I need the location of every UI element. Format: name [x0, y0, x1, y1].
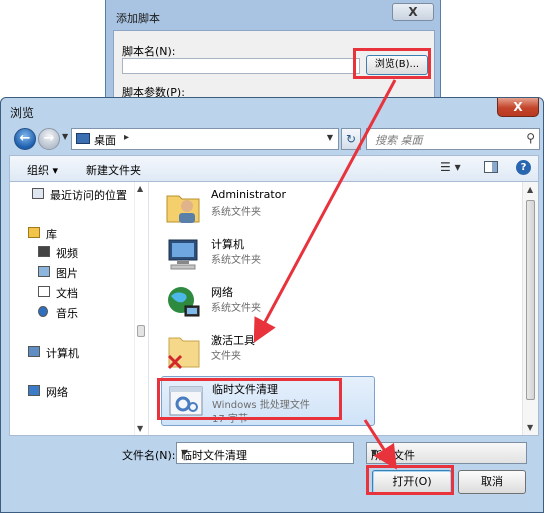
file-item-activation-tool[interactable]: 激活工具 文件夹: [163, 328, 523, 374]
refresh-button[interactable]: ↻: [341, 128, 361, 150]
file-item-computer[interactable]: 计算机 系统文件夹: [163, 232, 523, 278]
script-name-input[interactable]: [122, 58, 360, 74]
nav-item-label: 网络: [46, 386, 68, 399]
file-name: 计算机: [211, 238, 244, 251]
file-type: 系统文件夹: [211, 303, 261, 314]
nav-item-label: 音乐: [56, 307, 78, 320]
scroll-up-icon[interactable]: ▲: [137, 184, 143, 193]
address-dropdown-icon[interactable]: ▼: [327, 133, 333, 142]
video-icon: [38, 246, 50, 257]
help-icon[interactable]: ?: [516, 160, 531, 175]
filetype-dropdown-icon[interactable]: ▼: [371, 448, 521, 457]
file-list-scrollbar[interactable]: ▲ ▼: [522, 182, 538, 435]
file-item-administrator[interactable]: Administrator 系统文件夹: [163, 184, 523, 230]
nav-item-label: 最近访问的位置: [50, 189, 127, 202]
filename-label: 文件名(N):: [122, 449, 176, 462]
back-arrow-icon: ←: [19, 131, 31, 146]
filename-input[interactable]: 临时文件清理 ▼: [176, 442, 354, 464]
address-bar[interactable]: 桌面 ▸ ▼: [71, 128, 339, 150]
browse-button[interactable]: 浏览(B)...: [366, 55, 428, 75]
file-item-network[interactable]: 网络 系统文件夹: [163, 280, 523, 326]
navigation-pane: 最近访问的位置 库 视频 图片 文档 音乐 计算机 网络 ▲ ▼: [10, 182, 148, 435]
preview-pane-icon[interactable]: [484, 161, 498, 173]
new-folder-button[interactable]: 新建文件夹: [86, 162, 141, 178]
nav-pane-scrollbar[interactable]: ▲ ▼: [134, 182, 146, 435]
address-chevron-icon[interactable]: ▸: [124, 132, 129, 143]
open-button[interactable]: 打开(O): [372, 470, 452, 494]
folder-icon: [167, 337, 200, 370]
network-icon: [28, 385, 40, 396]
recent-places-icon: [32, 188, 44, 199]
scrollbar-thumb[interactable]: [526, 200, 535, 400]
file-name: 网络: [211, 286, 233, 299]
toolbar: 组织 ▾ 新建文件夹 ☰ ▾ ?: [9, 155, 539, 181]
batch-file-icon: [169, 386, 203, 416]
documents-icon: [38, 286, 50, 297]
nav-item-label: 计算机: [46, 347, 79, 360]
music-icon: [38, 306, 48, 317]
dialog-close-button[interactable]: X: [497, 98, 539, 117]
search-box[interactable]: 搜索 桌面 ⚲: [366, 128, 540, 150]
nav-item-label: 图片: [56, 267, 78, 280]
script-name-label: 脚本名(N):: [122, 45, 176, 58]
file-list: Administrator 系统文件夹 计算机 系统文件夹 网络 系统文件夹 激…: [148, 182, 538, 435]
library-icon: [28, 227, 40, 238]
nav-item-label: 库: [46, 228, 57, 241]
add-script-title: 添加脚本: [116, 12, 160, 25]
forward-button[interactable]: →: [38, 128, 60, 150]
scroll-up-icon[interactable]: ▲: [527, 185, 533, 194]
user-folder-icon: [166, 195, 200, 223]
cancel-button[interactable]: 取消: [458, 470, 526, 494]
add-script-window: 添加脚本 X 脚本名(N): 浏览(B)... 脚本参数(P):: [105, 0, 441, 110]
add-script-close-button[interactable]: X: [392, 3, 434, 21]
file-name: 临时文件清理: [212, 383, 278, 396]
address-location[interactable]: 桌面: [94, 132, 116, 148]
file-type: Windows 批处理文件: [212, 400, 310, 411]
refresh-icon: ↻: [345, 132, 357, 146]
file-size: 17 字节: [212, 414, 248, 425]
scroll-down-icon[interactable]: ▼: [527, 423, 533, 432]
nav-item-label: 视频: [56, 247, 78, 260]
file-type: 系统文件夹: [211, 207, 261, 218]
file-type: 文件夹: [211, 351, 241, 362]
search-input[interactable]: 搜索 桌面: [375, 132, 423, 148]
back-button[interactable]: ←: [14, 128, 36, 150]
browse-dialog: 浏览 X ← → ▼ 桌面 ▸ ▼ ↻ 搜索 桌面 ⚲ 组织 ▾ 新建文件夹 ☰…: [0, 97, 544, 513]
file-type: 系统文件夹: [211, 255, 261, 266]
filename-dropdown-icon[interactable]: ▼: [181, 448, 349, 457]
scrollbar-thumb[interactable]: [137, 325, 145, 337]
network-globe-icon: [168, 287, 200, 317]
organize-button[interactable]: 组织 ▾: [27, 162, 58, 178]
computer-icon: [28, 346, 40, 357]
scroll-down-icon[interactable]: ▼: [137, 424, 143, 433]
file-item-temp-cleanup[interactable]: 临时文件清理 Windows 批处理文件 17 字节: [161, 376, 375, 426]
filetype-select[interactable]: 所有文件 ▼: [366, 442, 527, 464]
search-icon[interactable]: ⚲: [526, 131, 535, 145]
pictures-icon: [38, 266, 50, 277]
content-area: 最近访问的位置 库 视频 图片 文档 音乐 计算机 网络 ▲ ▼ Adminis…: [9, 181, 539, 436]
file-name: 激活工具: [211, 334, 255, 347]
dialog-title: 浏览: [10, 106, 35, 120]
computer-icon: [168, 239, 198, 270]
view-options-icon[interactable]: ☰ ▾: [440, 160, 461, 174]
nav-item-label: 文档: [56, 287, 78, 300]
desktop-icon: [76, 133, 90, 144]
forward-arrow-icon: →: [43, 131, 55, 146]
recent-pages-dropdown[interactable]: ▼: [62, 132, 68, 141]
file-name: Administrator: [211, 188, 286, 201]
